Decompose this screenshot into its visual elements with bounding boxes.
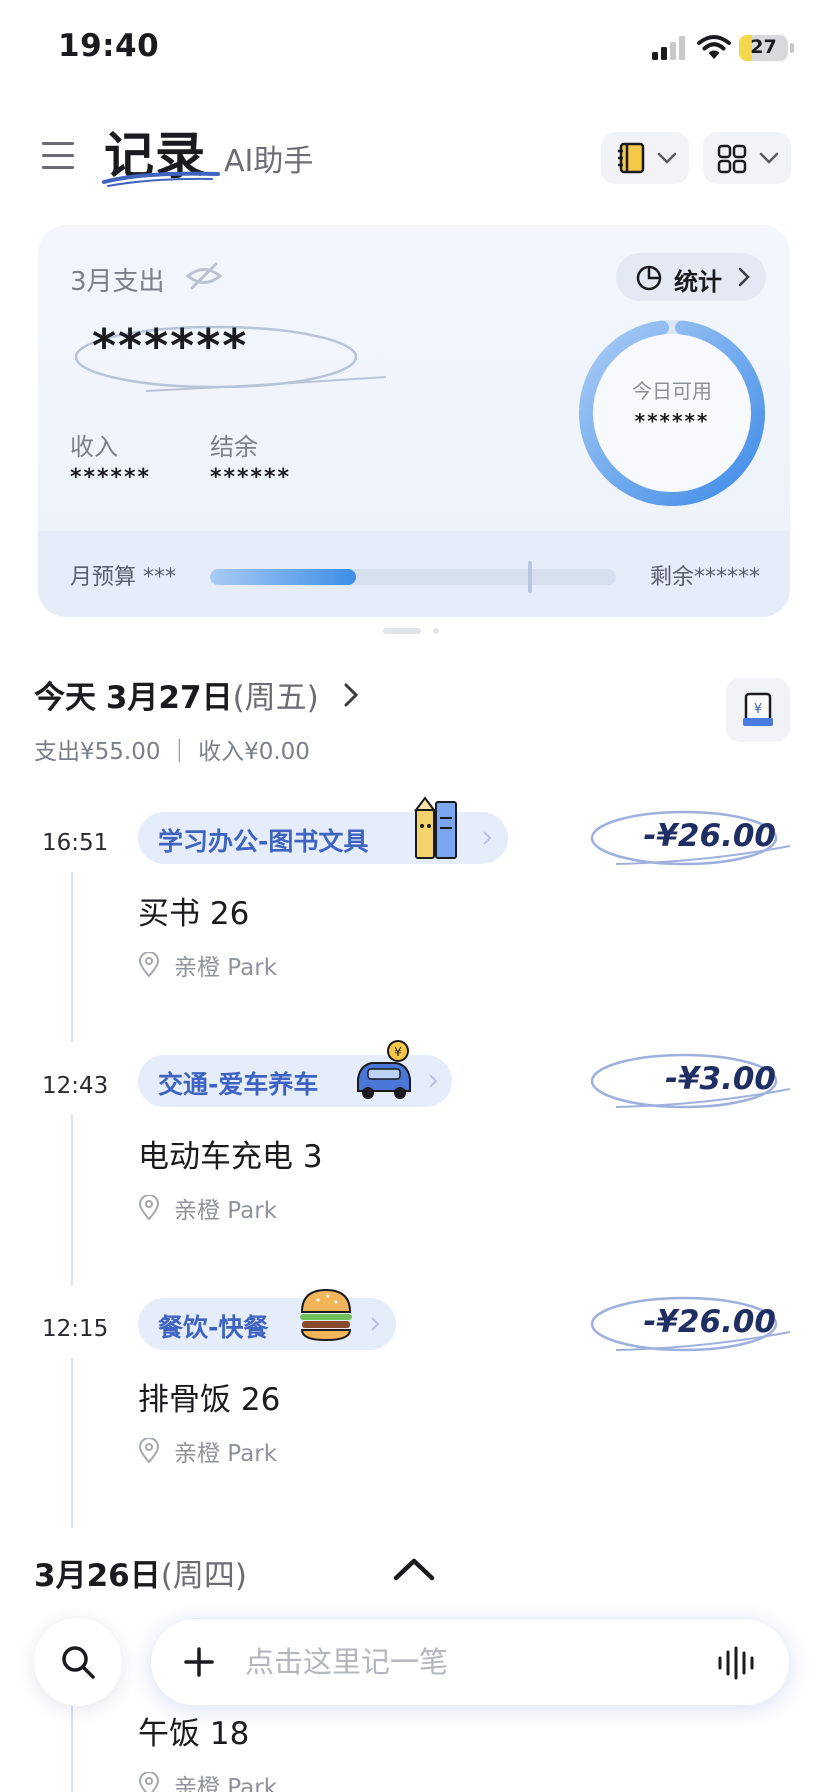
location-pin-icon [138, 1438, 160, 1464]
entry-location: 亲橙 Park [174, 1775, 278, 1792]
plus-icon[interactable] [183, 1646, 215, 1678]
receipt-icon: ¥ [743, 692, 773, 726]
chevron-right-icon[interactable] [344, 683, 358, 707]
location-pin-icon [138, 952, 160, 978]
budget-label: 月预算 *** [70, 565, 176, 590]
day-header-previous[interactable]: 3月26日(周四) [34, 1550, 247, 1595]
balance-value: ****** [210, 465, 292, 490]
notebook-icon [618, 142, 645, 174]
card-pager[interactable] [383, 628, 443, 636]
cellular-signal-icon [652, 36, 685, 60]
stats-label: 统计 [674, 268, 722, 296]
timeline-line [71, 1115, 73, 1285]
layout-switch-button[interactable] [703, 132, 791, 184]
category-chip[interactable]: 交通-爱车养车 ¥ [138, 1040, 452, 1107]
category-label: 学习办公-图书文具 [158, 827, 369, 856]
total-expense-masked: ****** [92, 319, 249, 373]
entry-note[interactable]: 午饭 18 [138, 1708, 249, 1753]
month-expense-label: 3月支出 [70, 267, 165, 297]
entry-location: 亲橙 Park [174, 955, 278, 981]
menu-icon[interactable] [42, 142, 74, 172]
chevron-right-icon [371, 1317, 380, 1331]
books-stationery-icon [414, 796, 457, 859]
title-underline-decoration [102, 171, 220, 187]
list-item[interactable]: 12:15 餐饮-快餐 -¥26.00 排骨饭 26 亲橙 Park [0, 1288, 828, 1538]
stats-button[interactable]: 统计 [616, 253, 766, 301]
search-button[interactable] [34, 1618, 122, 1706]
amount-value: -¥3.00 [665, 1061, 776, 1097]
timeline-line [71, 1358, 73, 1528]
today-available-label: 今日可用 [632, 379, 712, 403]
svg-text:¥: ¥ [394, 1045, 402, 1059]
monthly-summary-card[interactable]: 3月支出 统计 ****** 收入 ****** 结余 ****** 今日可用 … [38, 225, 790, 617]
amount-value: -¥26.00 [643, 818, 777, 854]
status-time: 19:40 [58, 28, 160, 64]
chevron-up-icon[interactable] [392, 1556, 436, 1582]
category-label: 餐饮-快餐 [158, 1313, 269, 1342]
grid-icon [717, 144, 747, 174]
amount-value: -¥26.00 [643, 1304, 777, 1340]
receipt-button[interactable]: ¥ [726, 678, 790, 742]
location-pin-icon [138, 1195, 160, 1221]
entry-note: 电动车充电 3 [138, 1139, 323, 1175]
pie-chart-icon [636, 265, 662, 291]
svg-text:¥: ¥ [754, 702, 762, 717]
wifi-icon [697, 35, 731, 59]
entry-location: 亲橙 Park [174, 1441, 278, 1467]
chevron-down-icon [657, 152, 677, 164]
day-header-today[interactable]: 今天 3月27日(周五) [34, 672, 319, 717]
day-summary: 支出¥55.00 ｜ 收入¥0.00 [34, 739, 310, 765]
car-care-icon: ¥ [357, 1040, 411, 1099]
battery-percent: 27 [750, 36, 777, 58]
quick-record-bar[interactable] [150, 1618, 790, 1706]
entry-location: 亲橙 Park [174, 1198, 278, 1224]
day-weekday: (周五) [232, 680, 319, 716]
entry-time: 12:15 [42, 1316, 109, 1342]
balance-label: 结余 [210, 433, 258, 461]
day-prefix: 今天 [34, 680, 96, 716]
chevron-down-icon [759, 152, 779, 164]
chevron-right-icon [483, 831, 492, 845]
list-item[interactable]: 12:43 交通-爱车养车 ¥ -¥3.00 电动车充电 3 亲橙 Park [0, 1040, 828, 1295]
chevron-right-icon [429, 1074, 438, 1088]
income-label: 收入 [70, 433, 118, 461]
ai-assistant-tab[interactable]: AI助手 [224, 136, 313, 180]
entry-amount: -¥26.00 [586, 1292, 792, 1356]
entry-amount: -¥3.00 [586, 1049, 792, 1113]
budget-progress-fill [210, 569, 357, 585]
chevron-right-icon [738, 267, 750, 287]
entry-time: 16:51 [42, 830, 109, 856]
today-available-value: ****** [634, 409, 710, 433]
entry-note: 买书 26 [138, 896, 250, 932]
day-weekday: (周四) [160, 1558, 247, 1594]
entry-note: 排骨饭 26 [138, 1382, 281, 1418]
ledger-switch-button[interactable] [601, 132, 689, 184]
day-date: 3月26日 [34, 1558, 161, 1594]
income-value: ****** [70, 465, 152, 490]
location-pin-icon [138, 1772, 160, 1792]
category-chip[interactable]: 餐饮-快餐 [138, 1288, 396, 1350]
app-header: 记录 AI助手 [0, 110, 828, 210]
eye-hidden-icon[interactable] [184, 261, 224, 291]
entry-amount: -¥26.00 [586, 806, 792, 870]
category-label: 交通-爱车养车 [158, 1070, 319, 1099]
day-date: 3月27日 [105, 680, 233, 716]
category-chip[interactable]: 学习办公-图书文具 [138, 796, 508, 864]
status-bar: 19:40 27 [0, 0, 828, 100]
voice-waveform-icon[interactable] [717, 1646, 755, 1680]
burger-icon [300, 1288, 352, 1342]
search-icon [62, 1646, 95, 1679]
list-item[interactable]: 16:51 学习办公-图书文具 -¥26.00 买书 26 亲橙 Park [0, 796, 828, 1052]
entry-time: 12:43 [42, 1073, 109, 1099]
quick-record-input[interactable] [245, 1639, 665, 1685]
timeline-line [71, 872, 73, 1042]
remaining-label: 剩余****** [649, 565, 760, 590]
budget-progress-bar [210, 569, 616, 585]
budget-strip[interactable]: 月预算 *** 剩余****** [38, 531, 790, 617]
battery-icon: 27 [739, 35, 788, 61]
battery-nub [790, 43, 794, 53]
budget-marker [528, 561, 532, 593]
